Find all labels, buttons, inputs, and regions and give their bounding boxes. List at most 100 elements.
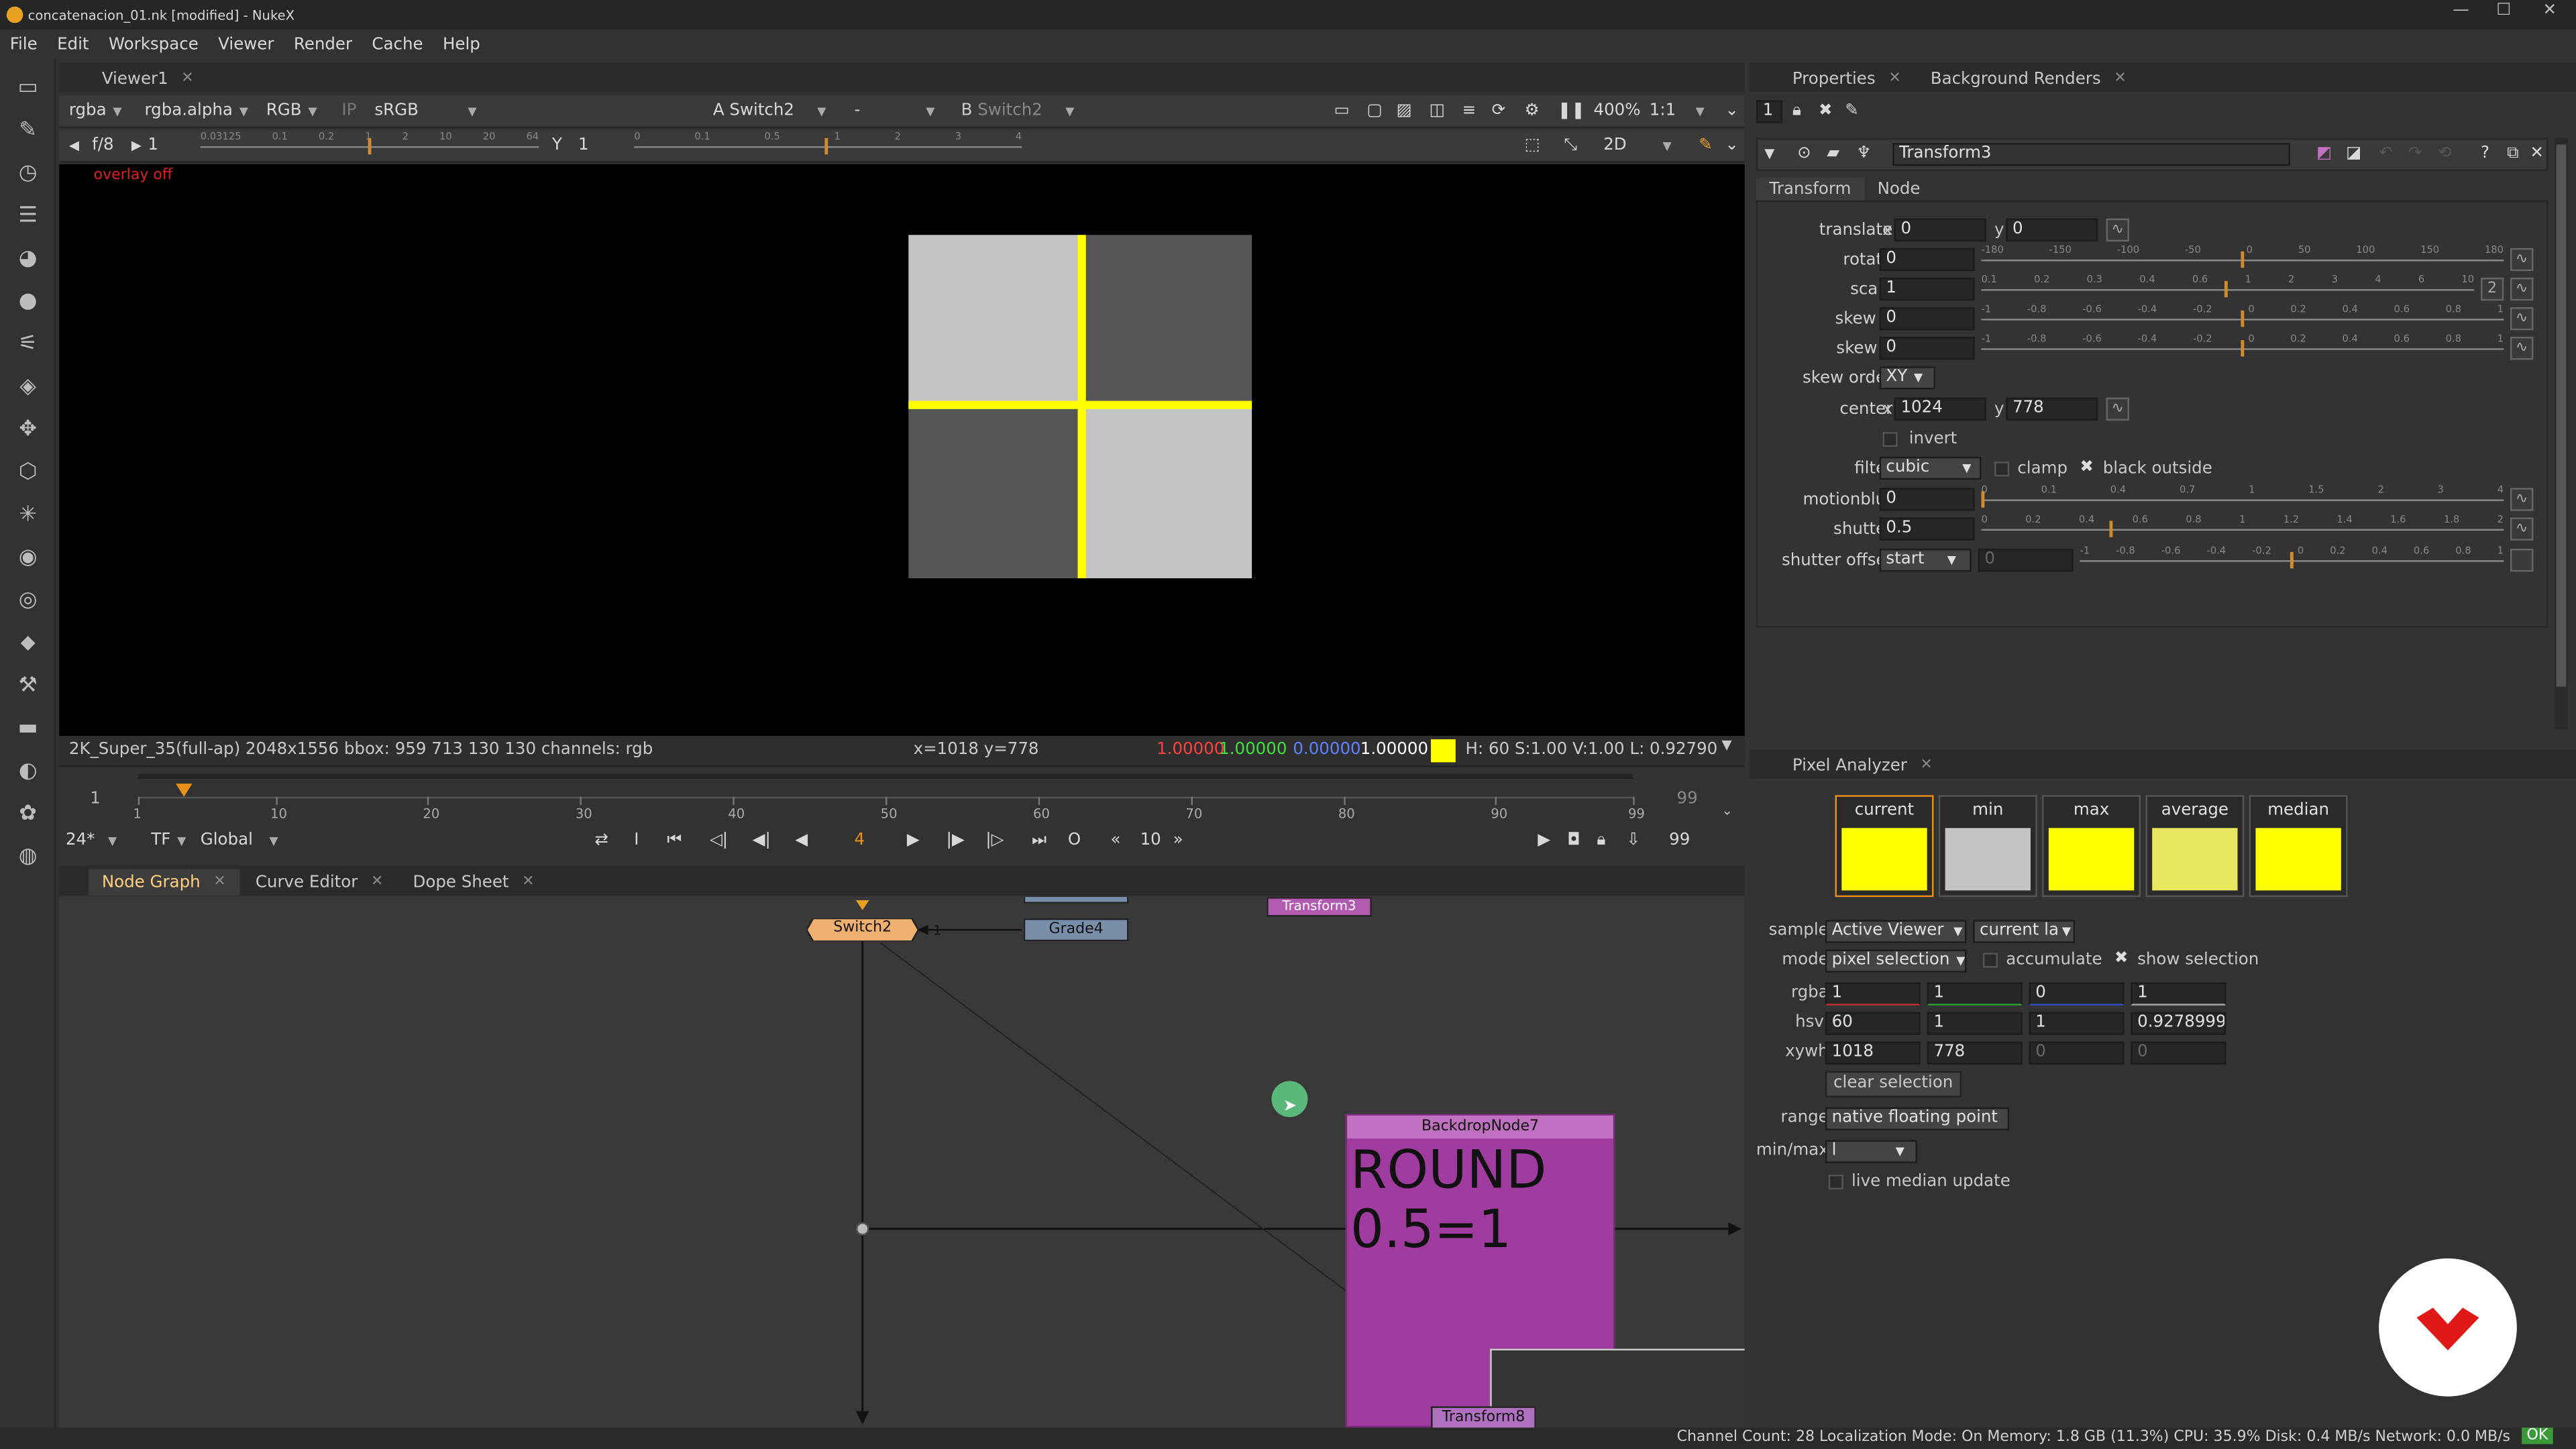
- pause-icon[interactable]: ❚❚: [1558, 100, 1585, 123]
- fstop-next-icon[interactable]: ▶: [131, 135, 142, 158]
- translate-y-field[interactable]: 0: [2006, 218, 2098, 242]
- display-dropdown[interactable]: RGB ▼: [266, 100, 317, 123]
- swatch-max[interactable]: max: [2042, 795, 2141, 898]
- time-tools-icon[interactable]: ◷: [13, 161, 43, 187]
- step-forward-icon[interactable]: »: [1173, 830, 1183, 853]
- max-panels-field[interactable]: 1: [1756, 100, 1783, 123]
- close-icon[interactable]: ✕: [181, 70, 193, 87]
- shutter-offset-slider[interactable]: -1 -0.8 -0.6 -0.4 -0.2 0 0.2 0.4 0.6 0.8 1: [2080, 545, 2504, 572]
- color-tools-icon[interactable]: ◕: [13, 246, 43, 272]
- skewy-field[interactable]: 0: [1879, 337, 1975, 360]
- ocula-tools-icon[interactable]: ✿: [13, 802, 43, 828]
- minimize-button[interactable]: —: [2445, 1, 2477, 19]
- skewx-slider[interactable]: -1 -0.8 -0.6 -0.4 -0.2 0 0.2 0.4 0.6 0.8 1: [1981, 304, 2504, 330]
- menu-cache[interactable]: Cache: [362, 36, 433, 54]
- node-icon[interactable]: ♆: [1856, 143, 1871, 166]
- swatch-min[interactable]: min: [1938, 795, 2037, 898]
- rgba-g-field[interactable]: 1: [1927, 982, 2023, 1006]
- xywh-h-field[interactable]: 0: [2131, 1041, 2226, 1065]
- blend-dropdown[interactable]: - ▼: [854, 100, 934, 123]
- lock-icon[interactable]: 🔒︎: [1597, 830, 1605, 853]
- last-frame-icon[interactable]: ⏭: [1032, 830, 1046, 853]
- rgba-a-field[interactable]: 1: [2131, 982, 2226, 1006]
- tab-node-graph[interactable]: Node Graph ✕: [89, 869, 239, 896]
- motionblur-field[interactable]: 0: [1879, 488, 1975, 511]
- viewer-toggle-icon[interactable]: ⊙: [1797, 143, 1811, 166]
- next-frame-icon[interactable]: |▶: [947, 830, 965, 853]
- refresh-icon[interactable]: ⟳: [1492, 100, 1506, 123]
- lines-icon[interactable]: ≡: [1462, 100, 1477, 123]
- playhead[interactable]: [175, 784, 193, 797]
- view-mode-dropdown[interactable]: 2D ▼: [1603, 135, 1672, 158]
- live-median-checkbox[interactable]: [1828, 1175, 1843, 1190]
- 3d-tools-icon[interactable]: ⬡: [13, 460, 43, 486]
- node-transform8[interactable]: Transform8: [1431, 1406, 1536, 1428]
- close-icon[interactable]: ✕: [1888, 70, 1900, 87]
- in-point-icon[interactable]: I: [634, 830, 639, 853]
- skew-order-dropdown[interactable]: XY ▼: [1879, 366, 1935, 390]
- shutter-offset-field[interactable]: 0: [1978, 548, 2074, 572]
- swatch-median[interactable]: median: [2249, 795, 2348, 898]
- node-grade4[interactable]: Grade4: [1023, 918, 1129, 942]
- fstop-value[interactable]: f/8: [92, 135, 113, 158]
- scale-anim-icon[interactable]: ∿: [2510, 277, 2534, 301]
- timeline-start[interactable]: 1: [69, 790, 121, 813]
- properties-scrollbar[interactable]: [2555, 138, 2568, 730]
- layer-dropdown[interactable]: current la ▼: [1973, 920, 2076, 943]
- scale-dims-button[interactable]: 2: [2480, 277, 2504, 301]
- first-frame-icon[interactable]: ⏮: [667, 830, 682, 853]
- sample-dropdown[interactable]: Active Viewer ▼: [1825, 920, 1967, 943]
- clear-selection-button[interactable]: clear selection: [1825, 1071, 1962, 1097]
- tab-properties[interactable]: Properties ✕: [1779, 66, 1914, 92]
- next-key-icon[interactable]: |▷: [985, 830, 1004, 853]
- alpha-dropdown[interactable]: rgba.alpha ▼: [145, 100, 248, 123]
- channels-dropdown[interactable]: rgba ▼: [69, 100, 122, 123]
- tab-curve-editor[interactable]: Curve Editor ✕: [242, 869, 396, 896]
- node-transform3[interactable]: Transform3: [1267, 897, 1372, 917]
- close-icon[interactable]: ✕: [213, 874, 225, 890]
- step-field[interactable]: 10: [1140, 830, 1161, 853]
- zoom-dropdown[interactable]: 400%: [1594, 100, 1641, 123]
- tab-background-renders[interactable]: Background Renders ✕: [1917, 66, 2139, 92]
- close-icon[interactable]: ✕: [2530, 143, 2544, 166]
- minmax-dropdown[interactable]: l ▼: [1825, 1140, 1917, 1163]
- redo-icon[interactable]: ↷: [2408, 143, 2422, 166]
- black-outside-checkbox[interactable]: ✖: [2080, 458, 2094, 476]
- node-graph-canvas[interactable]: Switch2 1 Grade4 Transform3 ➤ BackdropNo…: [59, 897, 1745, 1428]
- menu-edit[interactable]: Edit: [47, 36, 99, 54]
- center-x-field[interactable]: 1024: [1894, 397, 1986, 421]
- scope-dropdown[interactable]: Global ▼: [201, 830, 278, 853]
- channel-tools-icon[interactable]: ☰: [13, 204, 43, 230]
- shutter-field[interactable]: 0.5: [1879, 517, 1975, 541]
- tab-dope-sheet[interactable]: Dope Sheet ✕: [400, 869, 547, 896]
- float-icon[interactable]: ⧉: [2507, 143, 2518, 166]
- other-tools-icon[interactable]: ▬: [13, 716, 43, 743]
- skewy-anim-icon[interactable]: ∿: [2510, 337, 2534, 360]
- tab-node[interactable]: Node: [1864, 177, 1933, 202]
- mask-icon[interactable]: ◫: [1430, 100, 1445, 123]
- xywh-y-field[interactable]: 778: [1927, 1041, 2023, 1065]
- timeline-expand-icon[interactable]: ⌄: [1722, 804, 1733, 818]
- views-tools-icon[interactable]: ◎: [13, 588, 43, 614]
- input-a-dropdown[interactable]: A Switch2 ▼: [713, 100, 826, 123]
- viewer-canvas[interactable]: overlay off: [59, 164, 1745, 737]
- rgba-r-field[interactable]: 1: [1825, 982, 1921, 1006]
- axis-icon[interactable]: ⤡: [1564, 135, 1577, 158]
- skewx-field[interactable]: 0: [1879, 307, 1975, 331]
- metadata-tools-icon[interactable]: ⬥: [13, 631, 43, 657]
- range-dropdown[interactable]: native floating point▼: [1825, 1107, 2010, 1130]
- ratio-dropdown[interactable]: 1:1 ▼: [1650, 100, 1705, 123]
- motionblur-slider[interactable]: 0 0.1 0.4 0.7 1 1.5 2 3 4: [1981, 484, 2504, 511]
- viewer-more-icon[interactable]: ⌄: [1725, 100, 1739, 123]
- loop-icon[interactable]: ⇄: [595, 830, 609, 853]
- tab-transform[interactable]: Transform: [1756, 177, 1864, 203]
- ip-button[interactable]: IP: [341, 100, 356, 123]
- help-icon[interactable]: ?: [2481, 143, 2489, 166]
- end-frame-field[interactable]: 99: [1669, 830, 1690, 853]
- xywh-x-field[interactable]: 1018: [1825, 1041, 1921, 1065]
- hsvl-h-field[interactable]: 60: [1825, 1012, 1921, 1035]
- flipbook-icon[interactable]: ▶: [1538, 830, 1550, 853]
- tab-pixel-analyzer[interactable]: Pixel Analyzer ✕: [1779, 753, 1945, 779]
- gamma-slider[interactable]: 0 0.1 0.5 1 2 3 4: [634, 131, 1022, 158]
- gain-field[interactable]: 1: [148, 135, 158, 158]
